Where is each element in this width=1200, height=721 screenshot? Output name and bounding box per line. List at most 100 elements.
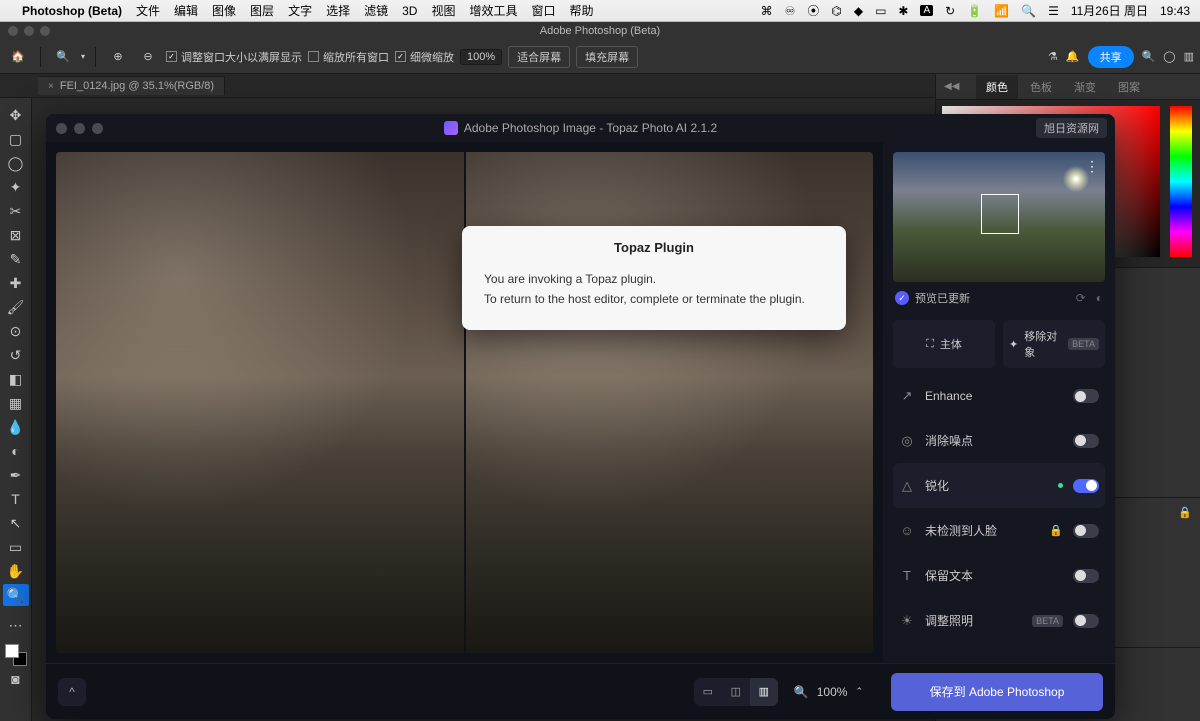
type-tool-icon[interactable]: T	[3, 488, 29, 510]
wand-tool-icon[interactable]: ✦	[3, 176, 29, 198]
menu-layer[interactable]: 图层	[250, 2, 274, 19]
hue-slider[interactable]	[1170, 106, 1192, 257]
history-brush-icon[interactable]: ↺	[3, 344, 29, 366]
healing-tool-icon[interactable]: ✚	[3, 272, 29, 294]
move-tool-icon[interactable]: ✥	[3, 104, 29, 126]
share-button[interactable]: 共享	[1088, 46, 1134, 68]
crop-tool-icon[interactable]: ✂	[3, 200, 29, 222]
subject-tab[interactable]: ⛶ 主体	[893, 320, 995, 368]
gradients-tab[interactable]: 渐变	[1064, 75, 1106, 99]
date[interactable]: 11月26日 周日	[1071, 2, 1148, 19]
crop-status-icon[interactable]: ⟳	[1076, 291, 1086, 305]
time[interactable]: 19:43	[1160, 4, 1190, 18]
zoom-tool-icon[interactable]: 🔍	[51, 45, 75, 69]
face-option[interactable]: ☺ 未检测到人脸 🔒	[893, 508, 1105, 553]
lasso-tool-icon[interactable]: ◯	[3, 152, 29, 174]
frame-tool-icon[interactable]: ⊠	[3, 224, 29, 246]
status-icon-2[interactable]: ⦿	[807, 2, 819, 19]
menu-filter[interactable]: 滤镜	[364, 2, 388, 19]
battery-icon[interactable]: 🔋	[967, 4, 982, 18]
zoom-value[interactable]: 100%	[460, 49, 502, 65]
display-icon[interactable]: ▭	[875, 4, 886, 18]
shape-tool-icon[interactable]: ▭	[3, 536, 29, 558]
marquee-tool-icon[interactable]: ▢	[3, 128, 29, 150]
more-tools-icon[interactable]: ⋯	[3, 614, 29, 636]
search-icon[interactable]: 🔍	[1021, 4, 1036, 18]
flask-icon[interactable]: ⚗	[1048, 50, 1058, 63]
sharpen-toggle[interactable]	[1073, 479, 1099, 493]
status-icon-3[interactable]: ⌬	[831, 4, 841, 18]
search-ps-icon[interactable]: 🔍	[1142, 50, 1156, 63]
text-option[interactable]: T 保留文本	[893, 553, 1105, 598]
bell-icon[interactable]: 🔔	[1066, 50, 1080, 63]
sync-icon[interactable]: ↻	[945, 4, 955, 18]
zoom-tool-active-icon[interactable]: 🔍	[3, 584, 29, 606]
split-view-icon[interactable]: ◫	[722, 678, 750, 706]
face-toggle[interactable]	[1073, 524, 1099, 538]
remove-object-tab[interactable]: ✦ 移除对象 BETA	[1003, 320, 1105, 368]
fill-screen-button[interactable]: 填充屏幕	[576, 46, 638, 68]
zoom-out-icon[interactable]: ⊖	[136, 45, 160, 69]
zoom-loupe-icon[interactable]: 🔍	[794, 685, 809, 699]
single-view-icon[interactable]: ▭	[694, 678, 722, 706]
status-icon-4[interactable]: ◆	[854, 4, 863, 18]
scrubby-zoom-checkbox[interactable]: 细微缩放	[395, 49, 454, 65]
menu-image[interactable]: 图像	[212, 2, 236, 19]
topaz-navigator[interactable]: ⋮	[893, 152, 1105, 282]
menu-plugins[interactable]: 增效工具	[469, 2, 517, 19]
navigator-menu-icon[interactable]: ⋮	[1085, 158, 1099, 175]
collapse-icon[interactable]: ◀◀	[944, 81, 959, 92]
brush-tool-icon[interactable]: 🖌	[3, 296, 29, 318]
status-icon-1[interactable]: ♾	[785, 4, 796, 18]
menu-3d[interactable]: 3D	[402, 4, 417, 18]
enhance-toggle[interactable]	[1073, 389, 1099, 403]
dodge-tool-icon[interactable]: ◐	[3, 440, 29, 462]
expand-button[interactable]: ^	[58, 678, 86, 706]
window-traffic-lights[interactable]	[8, 26, 50, 36]
input-icon[interactable]: A	[920, 5, 933, 16]
menu-help[interactable]: 帮助	[570, 2, 594, 19]
dropdown-icon[interactable]: ▾	[81, 52, 85, 61]
sharpen-option[interactable]: △ 锐化	[893, 463, 1105, 508]
workspace-icon[interactable]: ▥	[1184, 50, 1194, 63]
menu-file[interactable]: 文件	[136, 2, 160, 19]
save-button[interactable]: 保存到 Adobe Photoshop	[891, 673, 1103, 711]
wechat-icon[interactable]: ⌘	[761, 4, 773, 18]
help-icon[interactable]: ◯	[1163, 50, 1175, 63]
zoom-all-checkbox[interactable]: 缩放所有窗口	[308, 49, 389, 65]
document-tab[interactable]: × FEI_0124.jpg @ 35.1%(RGB/8)	[38, 76, 225, 95]
zoom-value[interactable]: 100%	[817, 685, 848, 699]
eraser-tool-icon[interactable]: ◧	[3, 368, 29, 390]
resize-window-checkbox[interactable]: 调整窗口大小以满屏显示	[166, 49, 302, 65]
app-name[interactable]: Photoshop (Beta)	[22, 4, 122, 18]
blur-tool-icon[interactable]: 💧	[3, 416, 29, 438]
text-toggle[interactable]	[1073, 569, 1099, 583]
stamp-tool-icon[interactable]: ⊙	[3, 320, 29, 342]
pen-tool-icon[interactable]: ✒	[3, 464, 29, 486]
menu-edit[interactable]: 编辑	[174, 2, 198, 19]
color-tab[interactable]: 颜色	[976, 75, 1018, 99]
lock-icon[interactable]: 🔒	[1178, 506, 1192, 519]
fit-screen-button[interactable]: 适合屏幕	[508, 46, 570, 68]
color-swatch[interactable]	[5, 644, 27, 666]
path-tool-icon[interactable]: ↖	[3, 512, 29, 534]
lighting-option[interactable]: ☀ 调整照明 BETA	[893, 598, 1105, 643]
side-view-icon[interactable]: ▥	[750, 678, 778, 706]
menu-type[interactable]: 文字	[288, 2, 312, 19]
corner-badge[interactable]: 旭日资源网	[1036, 118, 1107, 138]
light-toggle[interactable]	[1073, 614, 1099, 628]
menu-select[interactable]: 选择	[326, 2, 350, 19]
swatches-tab[interactable]: 色板	[1020, 75, 1062, 99]
wifi-icon[interactable]: 📶	[994, 4, 1009, 18]
rotate-status-icon[interactable]: ◐	[1096, 291, 1103, 305]
gradient-tool-icon[interactable]: ▦	[3, 392, 29, 414]
denoise-toggle[interactable]	[1073, 434, 1099, 448]
bluetooth-icon[interactable]: ✱	[898, 4, 908, 18]
denoise-option[interactable]: ◎ 消除噪点	[893, 418, 1105, 463]
zoom-dropdown-icon[interactable]: ⌃	[855, 686, 863, 697]
zoom-in-icon[interactable]: ⊕	[106, 45, 130, 69]
menu-view[interactable]: 视图	[431, 2, 455, 19]
home-icon[interactable]: 🏠	[6, 45, 30, 69]
control-center-icon[interactable]: ☰	[1048, 4, 1059, 18]
quickmask-icon[interactable]: ◙	[3, 668, 29, 690]
